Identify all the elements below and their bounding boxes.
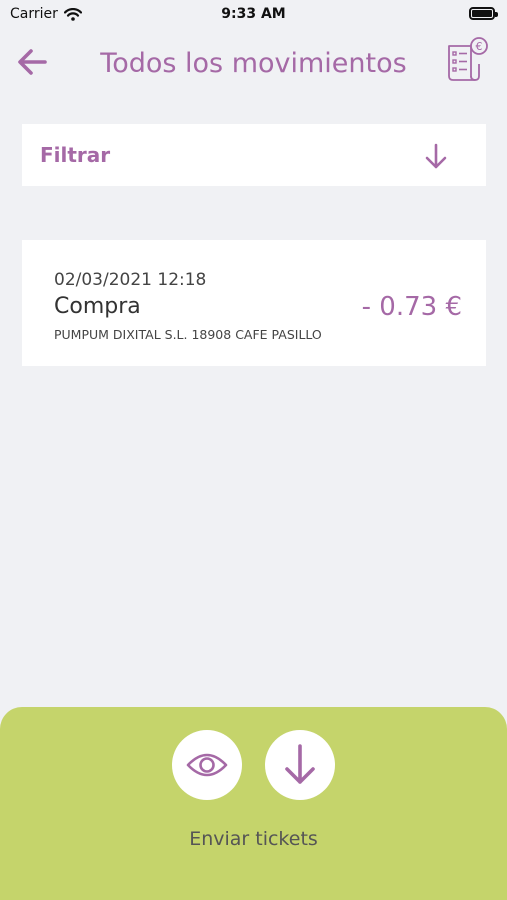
status-bar: Carrier 9:33 AM (0, 0, 507, 30)
page-title: Todos los movimientos (100, 48, 407, 79)
transaction-type: Compra (54, 294, 141, 319)
filter-bar[interactable]: Filtrar (22, 124, 486, 186)
download-arrow-icon (285, 744, 315, 784)
arrow-down-icon (425, 143, 447, 169)
transaction-date: 02/03/2021 12:18 (54, 270, 207, 290)
battery-icon (469, 7, 498, 20)
download-tickets-button[interactable] (265, 730, 335, 800)
status-time: 9:33 AM (221, 6, 286, 22)
view-tickets-button[interactable] (172, 730, 242, 800)
svg-text:€: € (476, 40, 483, 53)
transaction-amount: - 0.73 € (361, 292, 462, 322)
send-tickets-label: Enviar tickets (189, 828, 318, 850)
transaction-card[interactable]: 02/03/2021 12:18 Compra PUMPUM DIXITAL S… (22, 240, 486, 366)
receipt-euro-icon: € (448, 37, 488, 81)
eye-icon (186, 753, 228, 777)
filter-label: Filtrar (40, 143, 111, 167)
receipt-button[interactable]: € (443, 36, 491, 84)
transaction-merchant: PUMPUM DIXITAL S.L. 18908 CAFE PASILLO (54, 327, 322, 342)
bottom-panel: Enviar tickets (0, 707, 507, 900)
